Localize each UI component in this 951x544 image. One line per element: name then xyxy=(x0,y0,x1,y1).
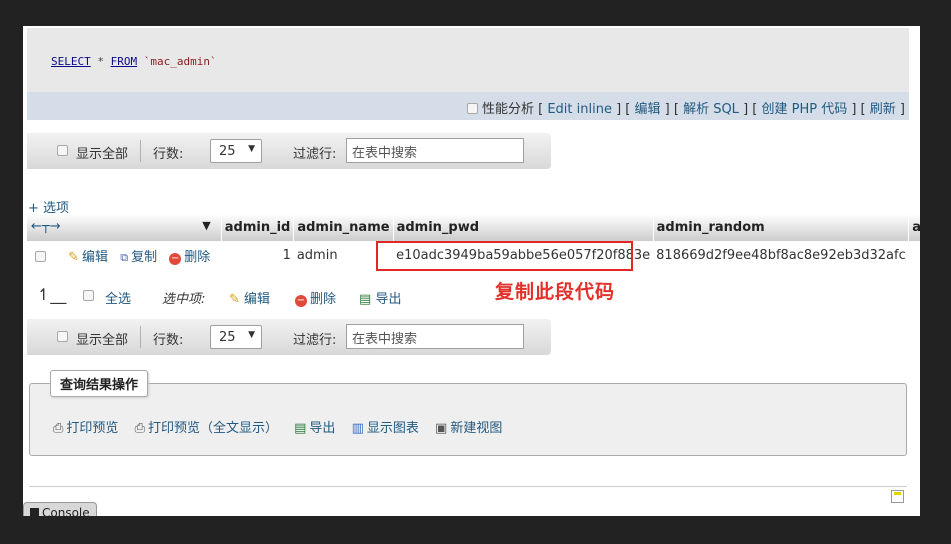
bulk-actions: ↿__ 全选 选中项: ✎ 编辑 − 删除 ▤ 导出 xyxy=(37,285,437,309)
print-preview-full-button[interactable]: ⎙ 打印预览（全文显示） xyxy=(135,421,278,436)
edit-inline-link[interactable]: Edit inline xyxy=(547,102,612,117)
separator xyxy=(140,140,141,162)
show-all-checkbox[interactable] xyxy=(57,331,68,342)
bulk-export-button[interactable]: ▤ 导出 xyxy=(359,288,401,307)
create-php-code-link[interactable]: 创建 PHP 代码 xyxy=(761,102,847,117)
sql-from-keyword[interactable]: FROM xyxy=(111,55,138,68)
filter-label: 过滤行: xyxy=(293,147,337,162)
header-admin-pwd[interactable]: admin_pwd xyxy=(393,214,654,241)
row-edit-button[interactable]: ✎ 编辑 xyxy=(68,250,108,265)
row-copy-label: 复制 xyxy=(131,249,158,265)
explain-sql-link[interactable]: 解析 SQL xyxy=(683,102,739,117)
bulk-export-label: 导出 xyxy=(375,292,402,307)
cell-admin-more[interactable] xyxy=(909,241,920,269)
export-button[interactable]: ▤ 导出 xyxy=(294,421,335,436)
row-copy-button[interactable]: ⧉ 复制 xyxy=(120,250,157,265)
rows-label: 行数: xyxy=(153,147,184,162)
row-controls: ✎ 编辑 ⧉ 复制 − 删除 xyxy=(27,241,221,269)
show-all-label[interactable]: 显示全部 xyxy=(76,143,128,162)
print-preview-label: 打印预览 xyxy=(66,421,119,436)
rows-select-value: 25 xyxy=(219,330,236,345)
cell-admin-random[interactable]: 818669d2f9ee48bf8ac8e92eb3d32afc xyxy=(653,241,909,269)
top-navigation-panel: 显示全部 行数: 25 ▼ 过滤行: 在表中搜索 xyxy=(27,133,551,169)
pencil-icon: ✎ xyxy=(68,249,80,265)
export-label: 导出 xyxy=(309,421,336,436)
operations-links: ⎙ 打印预览 ⎙ 打印预览（全文显示） ▤ 导出 ▥ 显示图表 ▣ 新建视图 xyxy=(53,417,514,436)
select-arrow-icon: ↿__ xyxy=(37,285,67,304)
profiling-checkbox[interactable] xyxy=(466,103,478,114)
display-chart-button[interactable]: ▥ 显示图表 xyxy=(352,421,419,436)
print-preview-button[interactable]: ⎙ 打印预览 xyxy=(53,421,118,436)
header-admin-random[interactable]: admin_random xyxy=(653,214,910,241)
filter-label: 过滤行: xyxy=(293,333,337,348)
profiling-label: 性能分析 xyxy=(481,102,534,117)
note-icon[interactable] xyxy=(891,490,904,503)
header-admin-id[interactable]: admin_id xyxy=(221,214,295,241)
sql-query-box: SELECT * FROM `mac_admin` xyxy=(27,28,909,94)
sql-query-text: SELECT * FROM `mac_admin` xyxy=(51,55,217,68)
pencil-icon: ✎ xyxy=(229,292,240,307)
printer-icon: ⎙ xyxy=(134,421,145,436)
rows-select-value: 25 xyxy=(219,144,236,159)
rows-select[interactable]: 25 ▼ xyxy=(210,325,262,349)
annotation-text: 复制此段代码 xyxy=(495,281,616,303)
select-all-label[interactable]: 全选 xyxy=(105,288,131,307)
create-view-label: 新建视图 xyxy=(450,421,503,436)
chevron-down-icon: ▼ xyxy=(248,330,255,340)
rows-label: 行数: xyxy=(153,333,184,348)
header-admin-name[interactable]: admin_name xyxy=(293,214,394,241)
sql-select-keyword[interactable]: SELECT xyxy=(51,55,91,68)
query-link-bar: 性能分析 [ Edit inline ] [ 编辑 ] [ 解析 SQL ] [… xyxy=(27,92,909,120)
pwd-highlight-box xyxy=(376,241,633,271)
divider xyxy=(29,486,907,487)
chevron-down-icon: ▼ xyxy=(248,144,255,154)
print-preview-full-label: 打印预览（全文显示） xyxy=(147,421,278,436)
row-delete-button[interactable]: − 删除 xyxy=(169,250,210,265)
sort-triangle-icon[interactable]: ▼ xyxy=(202,219,210,232)
delete-icon: − xyxy=(295,295,307,307)
create-view-button[interactable]: ▣ 新建视图 xyxy=(435,421,502,436)
show-all-label[interactable]: 显示全部 xyxy=(76,329,128,348)
show-all-checkbox[interactable] xyxy=(57,145,68,156)
row-delete-label: 删除 xyxy=(184,249,211,265)
console-tab[interactable]: Console xyxy=(23,502,97,516)
sql-table-name: `mac_admin` xyxy=(137,55,217,68)
export-icon: ▤ xyxy=(359,292,372,307)
rows-select[interactable]: 25 ▼ xyxy=(210,139,262,163)
copy-icon: ⧉ xyxy=(120,250,129,264)
with-selected-label: 选中项: xyxy=(162,292,206,307)
filter-input[interactable]: 在表中搜索 xyxy=(346,324,524,349)
cell-admin-id[interactable]: 1 xyxy=(221,241,294,269)
printer-icon: ⎙ xyxy=(53,421,64,436)
display-chart-label: 显示图表 xyxy=(366,421,419,436)
console-label: Console xyxy=(42,506,90,516)
row-checkbox[interactable] xyxy=(35,250,46,262)
table-header-row: ←┬→ ▼ admin_id admin_name admin_pwd admi… xyxy=(27,214,920,241)
phpmyadmin-page: SELECT * FROM `mac_admin` 性能分析 [ Edit in… xyxy=(23,26,920,516)
separator xyxy=(140,326,141,348)
edit-link[interactable]: 编辑 xyxy=(635,102,661,117)
row-edit-label: 编辑 xyxy=(82,249,109,265)
filter-input[interactable]: 在表中搜索 xyxy=(346,138,524,163)
refresh-link[interactable]: 刷新 xyxy=(870,102,896,117)
delete-icon: − xyxy=(169,252,182,265)
header-admin-more[interactable]: admin xyxy=(908,214,920,241)
sql-star: * xyxy=(90,55,111,68)
console-icon xyxy=(30,508,39,516)
bulk-delete-button[interactable]: − 删除 xyxy=(295,288,336,307)
bulk-edit-label: 编辑 xyxy=(244,292,271,307)
export-icon: ▤ xyxy=(294,421,307,436)
header-controls: ←┬→ ▼ xyxy=(27,214,222,241)
view-icon: ▣ xyxy=(435,421,448,436)
operations-legend: 查询结果操作 xyxy=(50,370,149,397)
chart-icon: ▥ xyxy=(351,421,364,436)
bulk-delete-label: 删除 xyxy=(310,292,337,307)
column-arrows-icon[interactable]: ←┬→ xyxy=(31,219,61,234)
bulk-edit-button[interactable]: ✎ 编辑 xyxy=(229,288,270,307)
bottom-navigation-panel: 显示全部 行数: 25 ▼ 过滤行: 在表中搜索 xyxy=(27,319,551,355)
select-all-checkbox[interactable] xyxy=(83,290,94,301)
